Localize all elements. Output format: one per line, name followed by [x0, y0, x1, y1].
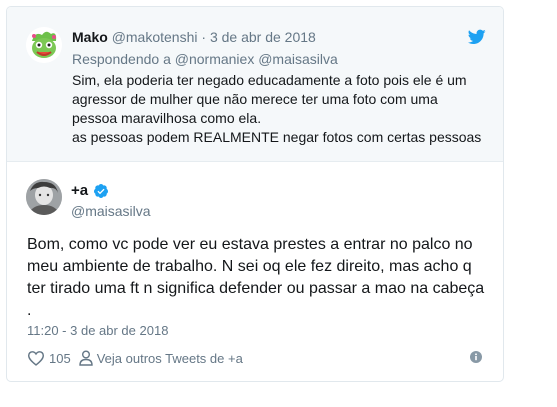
- tweet-actions: 105 Veja outros Tweets de +a: [27, 348, 243, 368]
- main-text-line: meu ambiente de trabalho. N sei oq ele f…: [27, 258, 472, 275]
- parent-text-line: pessoa maravilhosa como ela.: [72, 110, 262, 126]
- parent-avatar[interactable]: [26, 27, 62, 63]
- replying-to[interactable]: Respondendo a @normaniex @maisasilva: [72, 50, 338, 68]
- like-count: 105: [49, 350, 71, 366]
- main-text-line: ter tirado uma ft n significa defender o…: [27, 280, 485, 297]
- header-separator: ·: [201, 29, 207, 45]
- embedded-tweet-card: Mako @makotenshi · 3 de abr de 2018 Resp…: [6, 6, 504, 382]
- tweet-timestamp[interactable]: 11:20 - 3 de abr de 2018: [27, 323, 168, 339]
- main-text-line: Bom, como vc pode ver eu estava prestes …: [27, 236, 473, 253]
- parent-header: Mako @makotenshi · 3 de abr de 2018: [72, 28, 316, 46]
- see-other-tweets-label: Veja outros Tweets de +a: [96, 350, 243, 366]
- parent-tweet[interactable]: Mako @makotenshi · 3 de abr de 2018 Resp…: [7, 7, 503, 162]
- main-avatar[interactable]: [26, 179, 62, 215]
- heart-icon: [27, 351, 45, 366]
- verified-badge-icon: [94, 184, 109, 198]
- twitter-bird-icon[interactable]: [468, 29, 486, 45]
- parent-author-name[interactable]: Mako: [72, 29, 108, 45]
- parent-author-handle[interactable]: @makotenshi: [112, 29, 198, 45]
- main-author-handle[interactable]: @maisasilva: [71, 202, 151, 220]
- parent-text-line: Sim, ela poderia ter negado educadamente…: [72, 72, 467, 88]
- main-text-line: .: [27, 302, 32, 319]
- main-tweet-text: Bom, como vc pode ver eu estava prestes …: [27, 234, 497, 322]
- parent-text-line: agressor de mulher que não merece ter um…: [72, 91, 438, 107]
- info-icon[interactable]: [470, 351, 482, 363]
- main-author-name[interactable]: +a: [71, 182, 109, 200]
- parent-tweet-text: Sim, ela poderia ter negado educadamente…: [72, 71, 492, 147]
- like-button[interactable]: 105: [27, 350, 71, 366]
- main-author-name-text[interactable]: +a: [71, 182, 88, 200]
- parent-date[interactable]: 3 de abr de 2018: [210, 29, 316, 45]
- user-icon: [79, 350, 93, 366]
- see-other-tweets-link[interactable]: Veja outros Tweets de +a: [79, 350, 243, 366]
- parent-text-line: as pessoas podem REALMENTE negar fotos c…: [72, 129, 482, 145]
